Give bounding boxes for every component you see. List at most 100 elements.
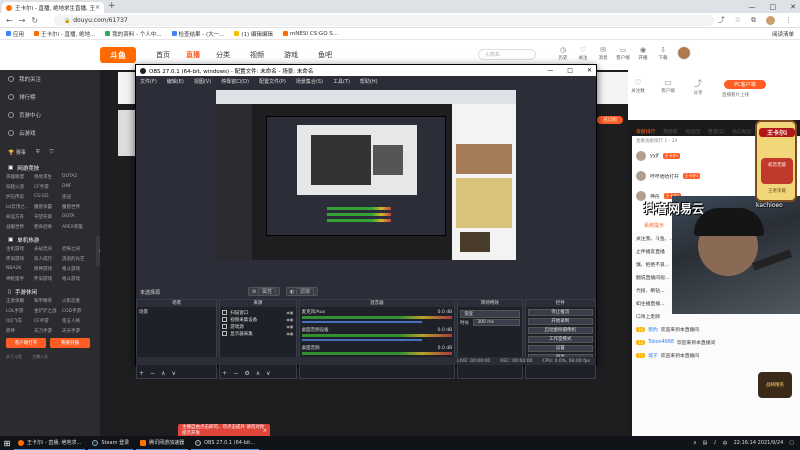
url-input[interactable]: 🔒 douyu.com/61737 [54,15,714,26]
sidebar-category-item[interactable]: DOTA [62,214,90,220]
source-item[interactable]: 游戏源 ◉▣ [222,323,294,330]
close-icon[interactable]: × [263,428,267,434]
menu-view[interactable]: 视图(V) [194,78,211,85]
sidebar-category-item[interactable]: APEX英雄 [62,224,90,230]
sidebar-category-item[interactable]: 战舰世界 [6,224,34,230]
settings-button[interactable]: 设置 [527,345,593,352]
rank-badge-overlay[interactable]: 战将精英 [758,372,792,398]
nav-category[interactable]: 分类 [216,50,230,60]
sidebar-category-item[interactable]: 火影忍者 [62,298,90,304]
obs-window[interactable]: OBS 27.0.1 (64-bit, windows) - 配置文件: 未命名… [135,64,597,379]
site-search-input[interactable]: 火箭车 [478,49,536,60]
sidebar-category-item[interactable]: NBA2K [6,266,34,272]
source-item[interactable]: 视频采集设备 ◉▣ [222,316,294,323]
header-broadcast[interactable]: ◉ 开播 [634,46,652,61]
client-link[interactable]: ▭ 客户端 [656,78,680,94]
back-icon[interactable]: ← [6,16,13,25]
douyu-logo[interactable]: 斗鱼 [100,47,136,63]
menu-edit[interactable]: 编辑(E) [167,78,184,85]
sidebar-category-item[interactable]: 和平精英 [34,298,62,304]
sidebar-category-item[interactable]: 格斗游戏 [62,266,90,272]
tab-weekly[interactable]: 周榜前 [663,128,677,135]
sidebar-item-follow[interactable]: 我的关注 [0,70,100,88]
remove-icon[interactable]: − [150,370,155,377]
source-item[interactable]: 扫描窗口 ◉▣ [222,309,294,316]
nav-live[interactable]: 直播 [186,50,200,60]
follow-count[interactable]: ♡ 关注数 [626,78,650,94]
windows-start-icon[interactable]: ⊞ [0,436,14,450]
volume-slider[interactable] [301,321,423,323]
streamer-join-link[interactable]: 主播入驻 [32,354,48,360]
volume-icon[interactable]: ♪ [713,440,716,446]
gift-badge-overlay[interactable]: 王卡尔i 初恋无敌 王者荣耀 [755,120,797,202]
sidebar-category-item[interactable]: 魔兽世界 [62,204,90,210]
sidebar-category-item[interactable]: QQ飞车 [6,318,34,324]
sidebar-category-item[interactable]: 消逝的光芒 [62,256,90,262]
bookmark-item[interactable]: 检查结果 - (大一... [171,30,224,38]
menu-scene-collection[interactable]: 场景集合(S) [296,78,323,85]
bookmark-star-icon[interactable]: ☆ [735,16,741,24]
taskbar-app-obs[interactable]: OBS 27.0.1 (64-bit... [191,436,260,450]
obs-preview-canvas[interactable] [216,90,516,260]
share-link[interactable]: ⤴ 分享 [686,78,710,96]
share-icon[interactable]: ⤴ [718,15,725,25]
maximize-button[interactable]: □ [567,67,573,74]
move-down-icon[interactable]: ∨ [266,370,270,377]
sidebar-category-item[interactable]: 原神游戏 [34,266,62,272]
move-up-icon[interactable]: ∧ [256,370,260,377]
nav-game[interactable]: 游戏 [284,50,298,60]
sidebar-category-item[interactable]: 恐怖之间 [62,246,90,252]
extensions-icon[interactable]: ⧉ [751,16,756,25]
sidebar-category-item[interactable]: 炉石传说 [6,194,34,200]
virtual-camera-button[interactable]: 启动虚拟摄像机 [527,327,593,334]
header-client[interactable]: ▭ 客户端 [614,46,632,61]
properties-button[interactable]: ⚙ 属性 [248,287,281,296]
sidebar-category-item[interactable]: 原神 [6,328,34,334]
eye-lock-icon[interactable]: ◉▣ [286,310,293,315]
sidebar-category-item[interactable]: 永劫无间 [34,246,62,252]
sidebar-category-item[interactable]: 王者荣耀 [6,298,34,304]
sidebar-category-item[interactable]: lol云顶之... [6,204,34,210]
tab-diamond[interactable]: 钻石粉丝 [732,128,751,135]
sidebar-category-item[interactable]: COD手游 [62,308,90,314]
stop-streaming-button[interactable]: 停止推流 [527,309,593,316]
transition-select[interactable]: 渐变 [460,309,520,318]
profile-avatar-icon[interactable] [766,15,775,25]
sidebar-item-cloudgame[interactable]: 云游戏 [0,124,100,142]
sidebar-category-item[interactable]: 命运方舟 [6,214,34,220]
taskbar-app-steam[interactable]: Steam 登录 [88,436,134,450]
add-icon[interactable]: + [139,370,144,377]
sidebar-category-item[interactable]: 绝地求生 [34,174,62,180]
new-tab-button[interactable]: + [108,1,116,11]
eye-lock-icon[interactable]: ◉▣ [286,324,293,329]
minimize-button[interactable]: — [749,3,756,11]
menu-docks[interactable]: 停靠窗口(D) [221,78,249,85]
minimize-button[interactable]: — [547,67,553,74]
header-download[interactable]: ⇩ 下载 [654,46,672,61]
bookmark-item[interactable]: 应用 [6,30,24,38]
reload-icon[interactable]: ↻ [31,16,38,25]
sidebar-category-item[interactable]: 穿越火道 [6,184,34,190]
move-down-icon[interactable]: ∨ [171,370,175,377]
bookmark-item[interactable]: mNESI CS:GO S... [282,31,338,37]
move-up-icon[interactable]: ∧ [161,370,165,377]
tab-vip[interactable]: 贵宾(1) [708,128,724,135]
menu-profile[interactable]: 配置文件(P) [259,78,286,85]
taskbar-app-chrome[interactable]: 王卡尔i - 直播, 绝地求... [14,436,86,450]
start-recording-button[interactable]: 开始录制 [527,318,593,325]
sidebar-category-item[interactable]: 神枪猎手 [6,276,34,282]
bookmark-item[interactable]: (1) 编辑编辑 [234,30,273,38]
sidebar-category-item[interactable]: 主机游戏 [6,246,34,252]
chat-nickname[interactable]: 猎豹 [648,326,658,333]
sidebar-category-item[interactable]: 双人成行 [34,256,62,262]
input-language[interactable]: 中 [723,440,728,447]
sidebar-category-item[interactable]: LOL手游 [6,308,34,314]
nav-video[interactable]: 视频 [250,50,264,60]
sidebar-category-item[interactable]: 魔兽争霸 [34,204,62,210]
sidebar-category-item[interactable]: 怀旧游戏 [34,276,62,282]
chat-message[interactable]: 11 城子 欢迎来到本直播间 [632,349,800,362]
sidebar-item-ranking[interactable]: 排行榜 [0,88,100,106]
menu-kebab-icon[interactable]: ⋮ [785,16,792,24]
add-icon[interactable]: + [222,370,227,377]
sidebar-category-item[interactable]: 格斗游戏 [62,276,90,282]
